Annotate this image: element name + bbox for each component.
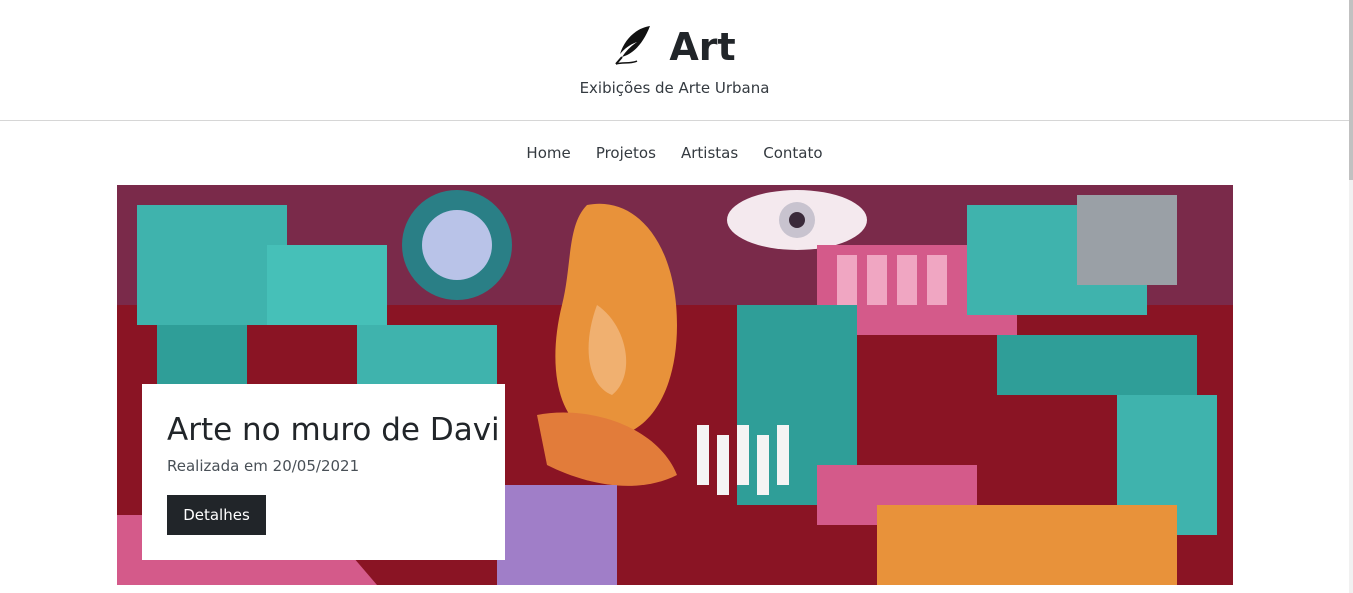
scrollbar-thumb[interactable] xyxy=(1349,0,1353,180)
site-header: Art Exibições de Arte Urbana xyxy=(0,0,1353,121)
brand[interactable]: Art xyxy=(0,24,1349,70)
brand-subtitle: Exibições de Arte Urbana xyxy=(579,79,770,97)
nav-item-projetos[interactable]: Projetos xyxy=(596,144,656,162)
hero-card-title: Arte no muro de Davi xyxy=(167,412,500,448)
hero-card-date: Realizada em 20/05/2021 xyxy=(167,457,360,475)
details-button[interactable]: Detalhes xyxy=(167,495,266,535)
main-nav: Home Projetos Artistas Contato xyxy=(0,143,1349,162)
nav-item-home[interactable]: Home xyxy=(526,144,570,162)
nav-item-artistas[interactable]: Artistas xyxy=(681,144,738,162)
hero-card: Arte no muro de Davi Realizada em 20/05/… xyxy=(142,384,505,560)
scrollbar[interactable] xyxy=(1349,0,1353,593)
feather-quill-icon xyxy=(613,24,653,70)
nav-item-contato[interactable]: Contato xyxy=(763,144,822,162)
brand-title: Art xyxy=(669,25,736,69)
